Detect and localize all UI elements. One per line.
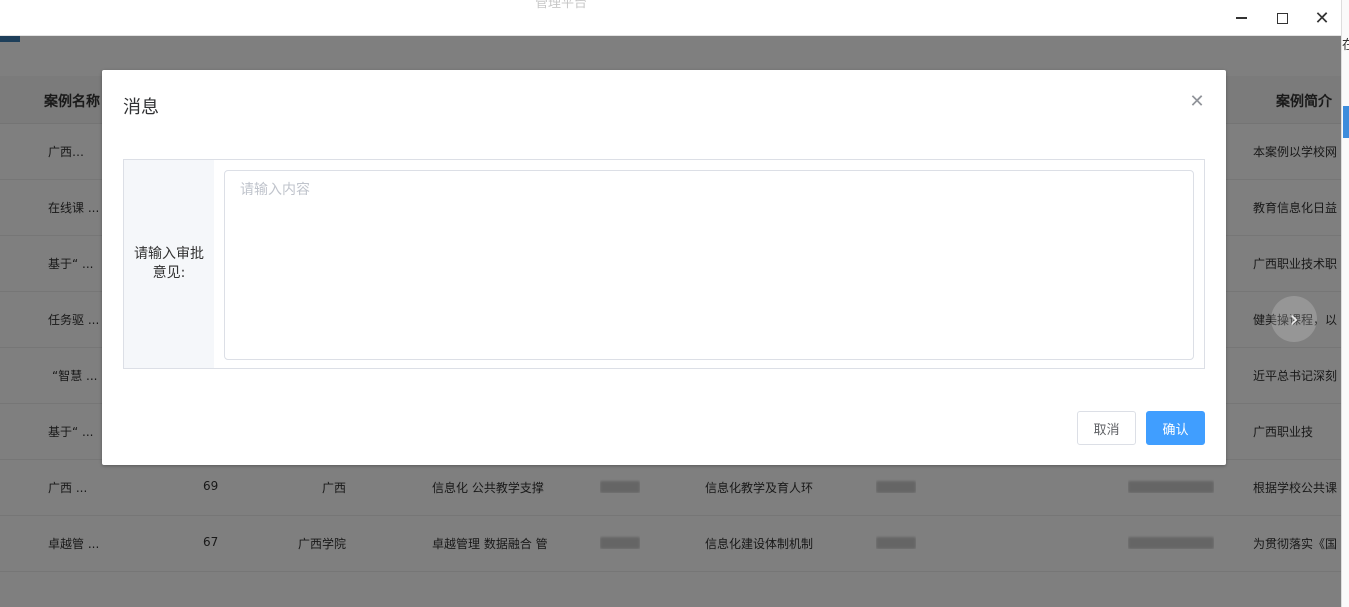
maximize-icon[interactable] [1262,4,1302,32]
window-title: 管理平台 [535,0,588,11]
cancel-button[interactable]: 取消 [1077,411,1136,445]
message-dialog: 消息 ✕ 请输入审批意见: 取消 确认 [102,70,1226,465]
window-titlebar: 管理平台 ✕ [0,0,1341,36]
chevron-right-icon[interactable]: › [1271,296,1317,342]
window-close-icon[interactable]: ✕ [1302,4,1342,32]
minimize-icon[interactable] [1221,4,1261,32]
close-icon[interactable]: ✕ [1189,91,1205,112]
right-edge-strip: 在 [1341,0,1349,607]
confirm-button[interactable]: 确认 [1146,411,1205,445]
form-label: 请输入审批意见: [124,160,214,368]
dialog-title: 消息 [123,97,159,118]
edge-accent [1343,106,1349,138]
approval-opinion-textarea[interactable] [224,170,1194,360]
approval-form: 请输入审批意见: [123,159,1205,369]
edge-glyph: 在 [1342,38,1349,53]
form-cell [214,160,1204,368]
